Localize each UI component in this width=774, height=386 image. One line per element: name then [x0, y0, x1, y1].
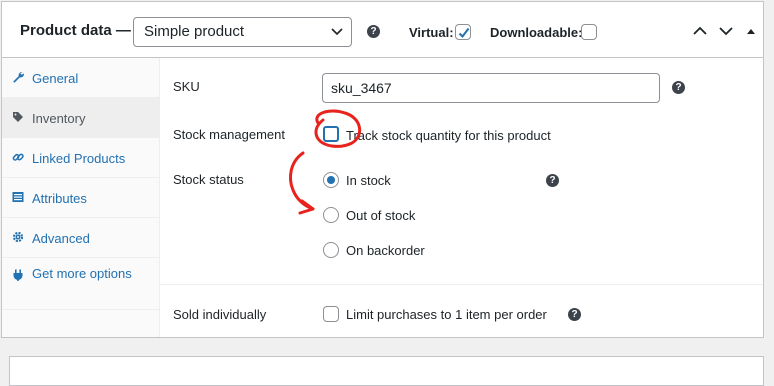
- help-icon[interactable]: ?: [367, 25, 380, 38]
- help-icon[interactable]: ?: [672, 81, 685, 94]
- tab-label: General: [32, 71, 79, 86]
- help-icon[interactable]: ?: [568, 308, 581, 321]
- stock-status-onbackorder-radio[interactable]: [323, 242, 339, 258]
- next-metabox: [9, 356, 764, 386]
- gear-icon: [12, 231, 24, 243]
- stock-status-label: Stock status: [173, 172, 244, 187]
- sold-individually-description: Limit purchases to 1 item per order: [346, 307, 547, 322]
- panel-title: Product data —: [20, 22, 131, 39]
- sku-value: sku_3467: [331, 80, 392, 96]
- panel-header: Product data — Simple product ? Virtual:…: [2, 2, 763, 58]
- virtual-label: Virtual:: [409, 25, 454, 40]
- stock-status-instock-radio[interactable]: [323, 172, 339, 188]
- sold-individually-checkbox[interactable]: [323, 306, 339, 322]
- tab-advanced[interactable]: Advanced: [2, 218, 159, 258]
- product-type-value: Simple product: [144, 23, 245, 40]
- sku-input[interactable]: sku_3467: [322, 73, 660, 103]
- move-up-icon[interactable]: [692, 24, 708, 38]
- stock-option-label: In stock: [346, 173, 391, 188]
- tab-get-more-options[interactable]: Get more options: [2, 258, 159, 310]
- stock-option-label: On backorder: [346, 243, 425, 258]
- tab-attributes[interactable]: Attributes: [2, 178, 159, 218]
- tab-general[interactable]: General: [2, 58, 159, 98]
- virtual-checkbox[interactable]: [455, 24, 471, 40]
- sku-label: SKU: [173, 79, 200, 94]
- tab-label: Advanced: [32, 231, 90, 246]
- help-icon[interactable]: ?: [546, 174, 559, 187]
- link-icon: [12, 153, 24, 161]
- list-icon: [12, 192, 24, 202]
- stock-management-description: Track stock quantity for this product: [346, 128, 551, 143]
- move-down-icon[interactable]: [718, 24, 734, 38]
- stock-management-label: Stock management: [173, 127, 286, 142]
- tab-label: Get more options: [32, 266, 132, 281]
- downloadable-label: Downloadable:: [490, 25, 583, 40]
- product-data-panel: Product data — Simple product ? Virtual:…: [1, 1, 764, 338]
- downloadable-checkbox[interactable]: [581, 24, 597, 40]
- wrench-icon: [13, 72, 24, 83]
- chevron-down-icon: [331, 28, 343, 36]
- divider: [160, 284, 763, 285]
- product-type-select[interactable]: Simple product: [133, 17, 352, 47]
- tab-linked-products[interactable]: Linked Products: [2, 138, 159, 178]
- tag-icon: [13, 112, 23, 122]
- stock-status-outofstock-radio[interactable]: [323, 207, 339, 223]
- tab-label: Linked Products: [32, 151, 126, 166]
- tab-label: Inventory: [32, 111, 86, 126]
- checkmark-icon: [458, 27, 470, 39]
- collapse-toggle-icon[interactable]: [746, 24, 756, 38]
- product-data-tabs: General Inventory Linked Products Attrib…: [2, 58, 160, 337]
- tab-label: Attributes: [32, 191, 87, 206]
- inventory-panel: SKU sku_3467 ? Stock management Track st…: [160, 58, 763, 337]
- track-stock-checkbox[interactable]: [323, 126, 339, 142]
- stock-option-label: Out of stock: [346, 208, 416, 223]
- sold-individually-label: Sold individually: [173, 307, 267, 322]
- tab-inventory[interactable]: Inventory: [2, 98, 159, 138]
